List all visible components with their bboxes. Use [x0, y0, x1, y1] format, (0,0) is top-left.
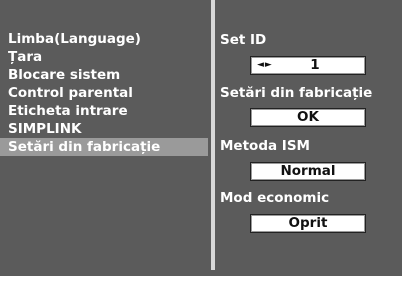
- factory-reset-ok-button[interactable]: OK: [250, 108, 366, 127]
- set-id-selector[interactable]: ◄► 1: [250, 56, 366, 75]
- menu-item-country[interactable]: Țara: [0, 48, 210, 66]
- tv-menu-screen: Limba(Language) Țara Blocare sistem Cont…: [0, 0, 402, 276]
- menu-item-input-label[interactable]: Eticheta intrare: [0, 102, 210, 120]
- menu-item-system-lock[interactable]: Blocare sistem: [0, 66, 210, 84]
- menu-list: Limba(Language) Țara Blocare sistem Cont…: [0, 30, 210, 156]
- menu-item-parental-control[interactable]: Control parental: [0, 84, 210, 102]
- factory-reset-label: Setări din fabricație: [220, 85, 373, 101]
- set-id-label: Set ID: [220, 32, 267, 48]
- panel-divider: [211, 0, 215, 270]
- ism-method-selector[interactable]: Normal: [250, 162, 366, 181]
- menu-panel: Limba(Language) Țara Blocare sistem Cont…: [0, 0, 208, 268]
- ism-method-label: Metoda ISM: [220, 138, 310, 154]
- menu-item-simplink[interactable]: SIMPLINK: [0, 120, 210, 138]
- settings-panel: Set ID ◄► 1 Setări din fabricație OK Met…: [220, 0, 402, 270]
- economy-mode-label: Mod economic: [220, 190, 330, 206]
- menu-item-factory-settings[interactable]: Setări din fabricație: [0, 138, 208, 156]
- left-right-arrows-icon[interactable]: ◄►: [257, 57, 273, 74]
- menu-item-language[interactable]: Limba(Language): [0, 30, 210, 48]
- economy-mode-selector[interactable]: Oprit: [250, 214, 366, 233]
- set-id-value: 1: [310, 57, 320, 73]
